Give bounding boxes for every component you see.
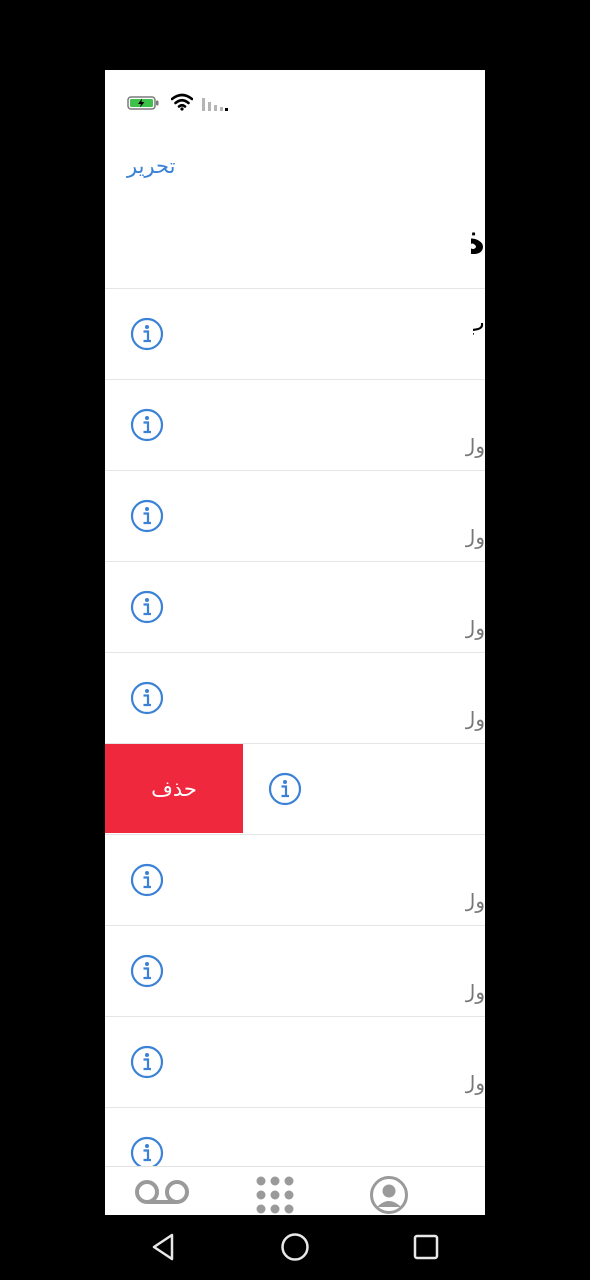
list-item-subtitle: ول [465, 1071, 485, 1095]
status-bar [105, 70, 485, 136]
list-item[interactable]: ول [105, 470, 485, 561]
recents-icon[interactable] [408, 1229, 444, 1265]
battery-charging-icon [127, 96, 159, 110]
page-title: ة [471, 217, 485, 263]
tab-bar [105, 1166, 485, 1215]
info-icon[interactable] [130, 1136, 164, 1170]
list-item-subtitle: ول [465, 707, 485, 731]
keypad-icon [256, 1176, 294, 1214]
list-item[interactable]: ول [105, 652, 485, 743]
list-item-subtitle: ول [465, 980, 485, 1004]
list-item[interactable]: ول [105, 1016, 485, 1107]
list-item-subtitle: ول [465, 889, 485, 913]
recents-list: ب ول ول ول ول حذف ول ول ول [105, 288, 485, 1198]
info-icon[interactable] [268, 772, 302, 806]
home-icon[interactable] [277, 1229, 313, 1265]
contacts-icon [370, 1176, 408, 1214]
tab-voicemail[interactable] [133, 1175, 191, 1209]
delete-button[interactable]: حذف [105, 744, 243, 833]
edit-button[interactable]: تحرير [127, 154, 175, 178]
phone-screen: تحرير ة ب ول ول ول ول حذف ول ول ول [105, 70, 485, 1215]
info-icon[interactable] [130, 408, 164, 442]
wifi-icon [171, 93, 193, 111]
info-icon[interactable] [130, 499, 164, 533]
list-item[interactable]: ول [105, 834, 485, 925]
list-item[interactable]: ول [105, 379, 485, 470]
list-item-subtitle: ول [465, 616, 485, 640]
list-item[interactable]: ول [105, 561, 485, 652]
list-item-title: ب [473, 309, 485, 337]
list-item-subtitle: ول [465, 525, 485, 549]
list-item[interactable]: ول [105, 925, 485, 1016]
list-item[interactable]: ب [105, 288, 485, 379]
android-nav-bar [0, 1215, 590, 1280]
list-item-swiped[interactable]: حذف [105, 743, 485, 834]
signal-icon [202, 98, 228, 111]
info-icon[interactable] [130, 1045, 164, 1079]
info-icon[interactable] [130, 590, 164, 624]
info-icon[interactable] [130, 954, 164, 988]
tab-contacts[interactable] [369, 1175, 409, 1215]
voicemail-icon [135, 1180, 189, 1204]
tab-keypad[interactable] [255, 1175, 295, 1215]
list-item-subtitle: ول [465, 434, 485, 458]
info-icon[interactable] [130, 317, 164, 351]
back-icon[interactable] [146, 1229, 182, 1265]
info-icon[interactable] [130, 681, 164, 715]
info-icon[interactable] [130, 863, 164, 897]
